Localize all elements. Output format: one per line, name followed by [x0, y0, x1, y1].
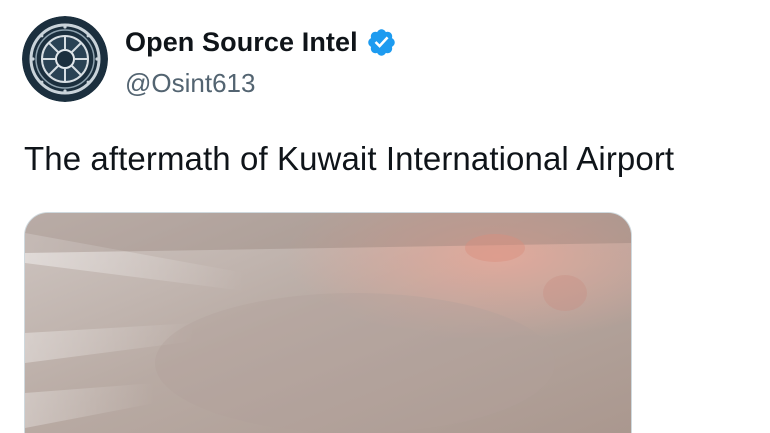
tweet-text: The aftermath of Kuwait International Ai… [24, 140, 675, 177]
author-name-row: Open Source Intel [125, 24, 397, 60]
osint-emblem-icon [22, 16, 108, 102]
avatar[interactable] [22, 16, 108, 102]
smoke-filled-terminal-photo [25, 213, 631, 433]
display-name[interactable]: Open Source Intel [125, 27, 358, 58]
author-handle[interactable]: @Osint613 [125, 68, 255, 99]
tweet-media-photo[interactable] [24, 212, 632, 433]
tweet-card: Open Source Intel @Osint613 The aftermat… [0, 0, 770, 433]
verified-badge-icon[interactable] [366, 27, 397, 58]
